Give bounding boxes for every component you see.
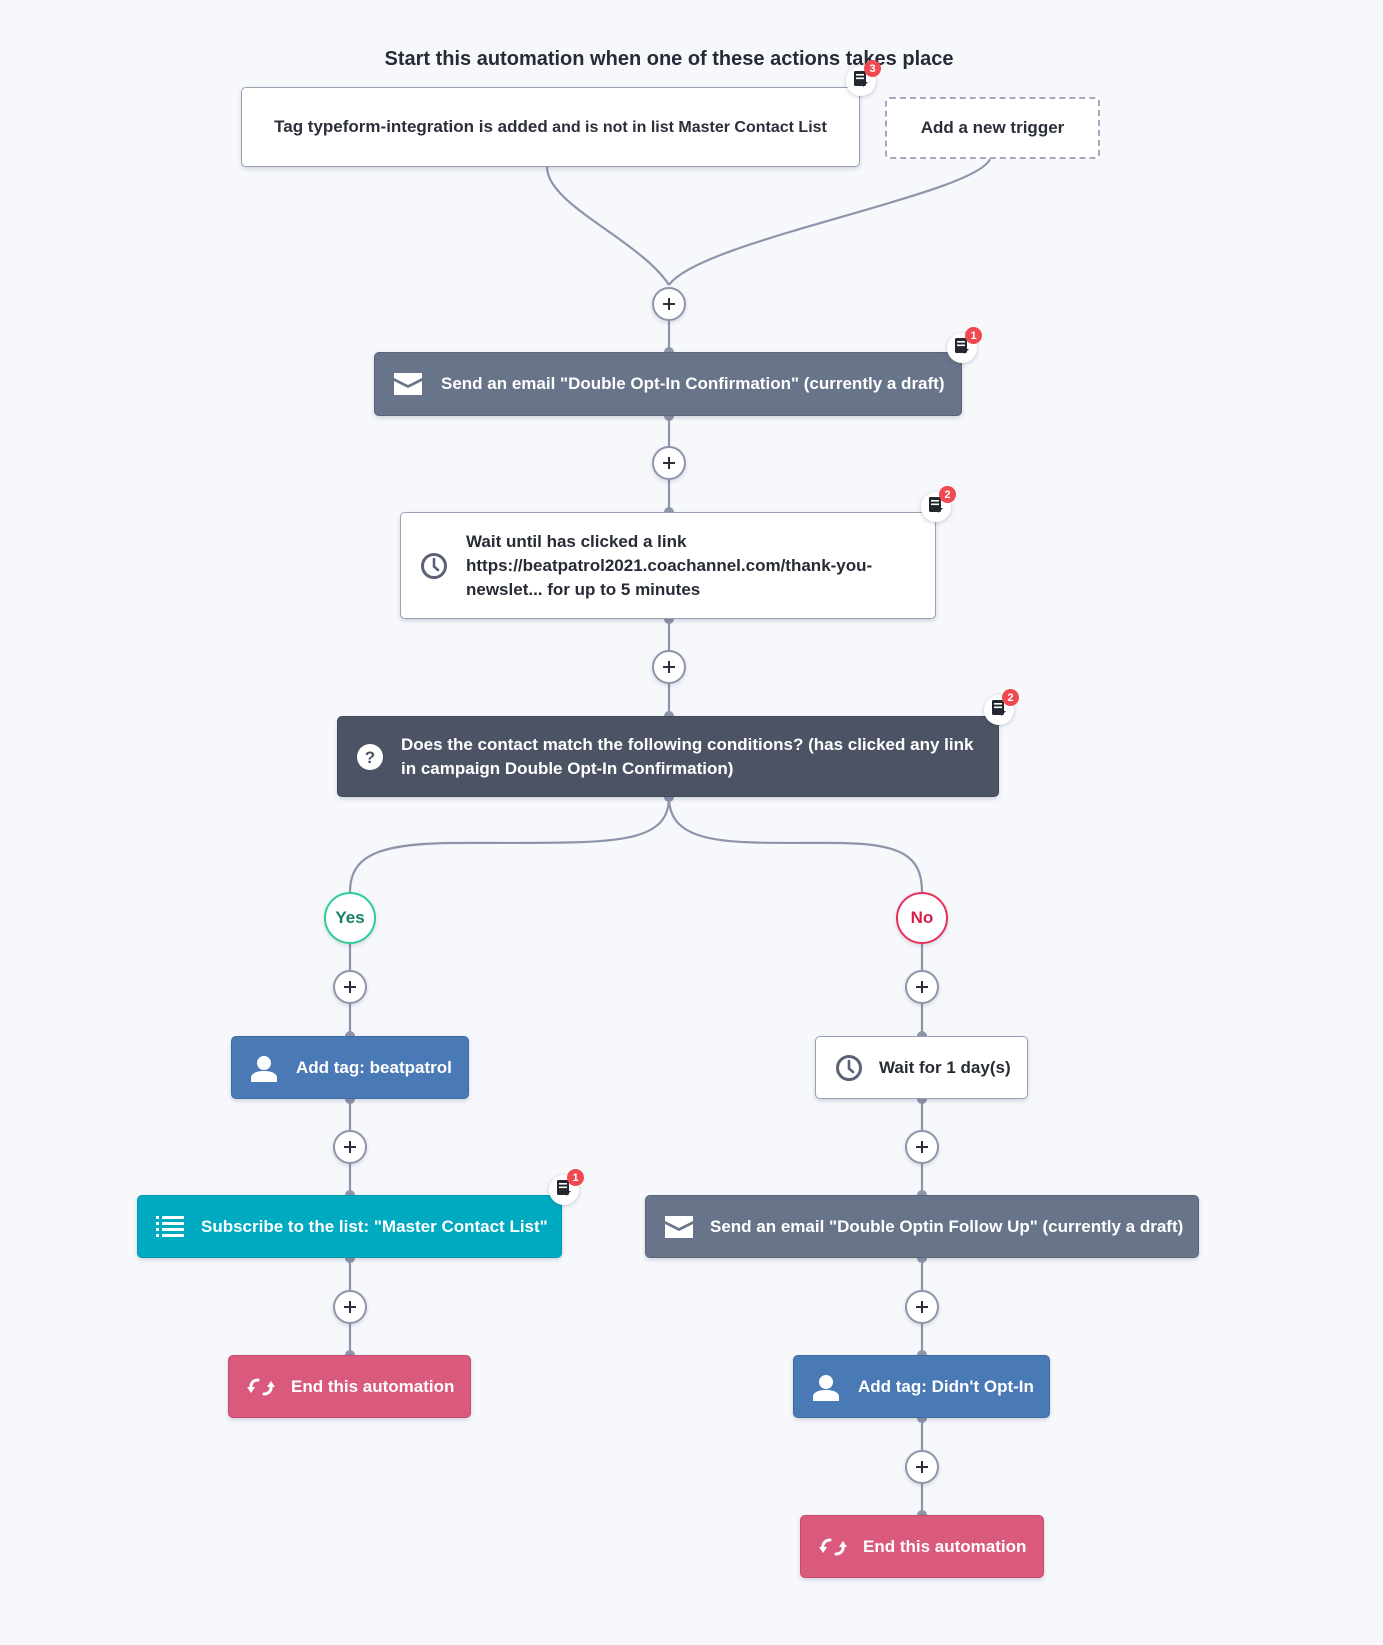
page-title: Start this automation when one of these … [384, 48, 954, 70]
plus-icon [916, 1301, 928, 1313]
plus-icon [916, 1141, 928, 1153]
plus-icon [663, 457, 675, 469]
step-label: Subscribe to the list: "Master Contact L… [201, 1216, 548, 1236]
wait-until-step[interactable]: Wait until has clicked a link https://be… [400, 512, 936, 619]
plus-icon [916, 1461, 928, 1473]
list-icon [156, 1215, 184, 1239]
connector-lines [345, 158, 992, 1520]
wait-line-3: newslet... for up to 5 minutes [466, 579, 701, 599]
condition-line-2: in campaign Double Opt-In Confirmation) [401, 758, 734, 778]
step-label: Send an email "Double Optin Follow Up" (… [710, 1216, 1184, 1236]
send-email-step[interactable]: Send an email "Double Optin Follow Up" (… [645, 1195, 1199, 1258]
notes-count: 1 [567, 1169, 584, 1186]
add-step-button[interactable] [652, 650, 686, 684]
notes-count: 2 [939, 486, 956, 503]
notes-count: 2 [1002, 689, 1019, 706]
svg-text:?: ? [365, 748, 375, 767]
notes-count: 3 [864, 60, 881, 77]
trigger-bold: Tag typeform-integration is added [274, 117, 548, 136]
wire-branch-no [667, 796, 924, 893]
plus-icon [344, 981, 356, 993]
condition-line-1: Does the contact match the following con… [401, 734, 974, 754]
add-step-button[interactable] [905, 1290, 939, 1324]
clock-icon [834, 1054, 864, 1082]
user-icon [812, 1373, 840, 1401]
notes-count: 1 [965, 327, 982, 344]
step-label: End this automation [863, 1536, 1027, 1556]
plus-icon [916, 981, 928, 993]
trigger-condition: and is not in list Master Contact List [547, 119, 827, 136]
wire-trigger-add [668, 158, 992, 286]
add-step-button[interactable] [905, 1130, 939, 1164]
add-step-button[interactable] [333, 1130, 367, 1164]
envelope-icon [664, 1215, 694, 1238]
send-email-step[interactable]: Send an email "Double Opt-In Confirmatio… [374, 352, 962, 416]
no-branch-label: No [896, 892, 948, 944]
notes-badge[interactable]: 2 [984, 689, 1019, 725]
add-step-button[interactable] [905, 1450, 939, 1484]
plus-icon [344, 1141, 356, 1153]
wait-step[interactable]: Wait for 1 day(s) [815, 1036, 1028, 1099]
end-automation-step[interactable]: End this automation [800, 1515, 1044, 1578]
wire-trigger-1 [545, 166, 670, 286]
question-icon: ? [356, 743, 384, 770]
step-label: Add tag: beatpatrol [296, 1057, 452, 1077]
notes-badge[interactable]: 2 [921, 486, 956, 522]
wait-line-1: Wait until has clicked a link [466, 531, 687, 551]
yes-branch-label: Yes [324, 892, 376, 944]
step-label: End this automation [291, 1376, 455, 1396]
add-step-button[interactable] [333, 970, 367, 1004]
add-tag-step[interactable]: Add tag: Didn't Opt-In [793, 1355, 1050, 1418]
subscribe-list-step[interactable]: Subscribe to the list: "Master Contact L… [137, 1195, 562, 1258]
end-automation-step[interactable]: End this automation [228, 1355, 471, 1418]
clock-icon [419, 552, 449, 580]
step-label: Add tag: Didn't Opt-In [858, 1376, 1034, 1396]
add-trigger-button[interactable]: Add a new trigger [885, 97, 1100, 159]
plus-icon [663, 661, 675, 673]
add-tag-step[interactable]: Add tag: beatpatrol [231, 1036, 469, 1099]
add-step-button[interactable] [905, 970, 939, 1004]
loop-icon [247, 1375, 275, 1399]
add-step-button[interactable] [652, 446, 686, 480]
trigger-node[interactable]: Tag typeform-integration is added and is… [241, 87, 860, 167]
trigger-text: Tag typeform-integration is added and is… [274, 116, 827, 138]
user-icon [250, 1054, 278, 1082]
loop-icon [819, 1535, 847, 1559]
notes-badge[interactable]: 1 [947, 327, 982, 363]
condition-step[interactable]: ? Does the contact match the following c… [337, 716, 999, 797]
plus-icon [344, 1301, 356, 1313]
envelope-icon [393, 373, 423, 395]
notes-badge[interactable]: 1 [549, 1169, 584, 1205]
wait-line-2: https://beatpatrol2021.coachannel.com/th… [466, 555, 873, 575]
step-label: Send an email "Double Opt-In Confirmatio… [441, 374, 945, 393]
plus-icon [663, 298, 675, 310]
add-trigger-label: Add a new trigger [920, 118, 1065, 137]
notes-badge[interactable]: 3 [846, 60, 881, 96]
add-step-button[interactable] [652, 287, 686, 321]
step-label: Wait for 1 day(s) [879, 1057, 1011, 1077]
wire-branch-yes [348, 796, 671, 893]
add-step-button[interactable] [333, 1290, 367, 1324]
